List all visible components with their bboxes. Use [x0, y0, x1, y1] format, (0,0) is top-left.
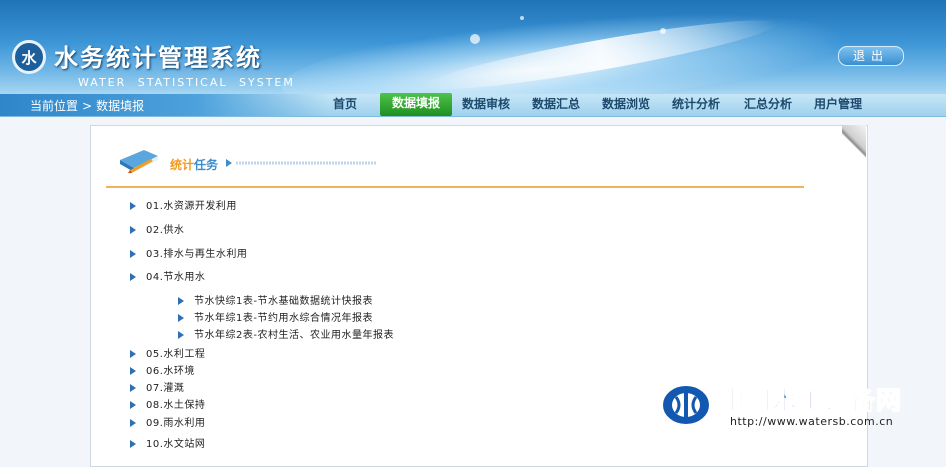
book-pencil-icon [120, 150, 158, 174]
task-item[interactable]: 09.雨水利用 [130, 414, 205, 429]
logo-emblem-icon: 水 [12, 40, 46, 74]
subtask-item[interactable]: 节水年综1表-节约用水综合情况年报表 [178, 309, 373, 324]
task-label: 08.水土保持 [146, 400, 206, 411]
subtask-label: 节水年综1表-节约用水综合情况年报表 [194, 313, 373, 324]
task-item[interactable]: 05.水利工程 [130, 345, 205, 360]
task-label: 01.水资源开发利用 [146, 201, 237, 212]
task-item[interactable]: 08.水土保持 [130, 396, 205, 411]
task-item[interactable]: 03.排水与再生水利用 [130, 245, 247, 260]
watermark-title: 中国水工设备网 [719, 386, 903, 416]
task-item[interactable]: 02.供水 [130, 221, 184, 236]
watermark-logo-icon [661, 384, 711, 426]
nav-item-data-entry[interactable]: 数据填报 [380, 93, 452, 116]
arrow-right-icon [130, 419, 136, 427]
app-subtitle: WATER STATISTICAL SYSTEM [78, 76, 295, 89]
arrow-right-icon [130, 384, 136, 392]
water-drop [470, 34, 480, 44]
task-item[interactable]: 06.水环境 [130, 362, 195, 377]
page-curl-icon [842, 125, 866, 165]
subtask-label: 节水快综1表-节水基础数据统计快报表 [194, 296, 373, 307]
nav-item-data-review[interactable]: 数据审核 [460, 94, 512, 116]
task-item[interactable]: 07.灌溉 [130, 379, 184, 394]
task-label: 10.水文站网 [146, 439, 206, 450]
arrow-right-icon [130, 440, 136, 448]
nav-item-home[interactable]: 首页 [330, 94, 360, 116]
breadcrumb-separator: > [82, 99, 93, 113]
task-label: 07.灌溉 [146, 383, 185, 394]
nav-item-user-management[interactable]: 用户管理 [812, 94, 864, 116]
nav-item-statistics[interactable]: 统计分析 [670, 94, 722, 116]
arrow-right-icon [130, 202, 136, 210]
task-item[interactable]: 01.水资源开发利用 [130, 197, 237, 212]
arrow-right-icon [130, 401, 136, 409]
arrow-right-icon [130, 226, 136, 234]
app-title: 水务统计管理系统 [54, 44, 262, 72]
subtask-label: 节水年综2表-农村生活、农业用水量年报表 [194, 330, 394, 341]
breadcrumb-prefix: 当前位置 [30, 99, 79, 113]
subtask-item[interactable]: 节水年综2表-农村生活、农业用水量年报表 [178, 326, 394, 341]
section-divider [106, 186, 804, 188]
task-label: 06.水环境 [146, 366, 195, 377]
section-title-part1: 统计 [170, 158, 195, 172]
nav-item-data-browse[interactable]: 数据浏览 [600, 94, 652, 116]
arrow-right-icon [226, 159, 376, 167]
task-item[interactable]: 04.节水用水 [130, 268, 205, 283]
breadcrumb-current: 数据填报 [96, 99, 145, 113]
task-label: 03.排水与再生水利用 [146, 249, 248, 260]
breadcrumb: 当前位置 > 数据填报 [30, 97, 144, 114]
arrow-right-icon [130, 250, 136, 258]
water-drop [660, 28, 666, 34]
subtask-item[interactable]: 节水快综1表-节水基础数据统计快报表 [178, 292, 373, 307]
arrow-right-icon [178, 331, 184, 339]
section-title: 统计任务 [170, 156, 218, 173]
arrow-right-icon [130, 367, 136, 375]
arrow-right-icon [178, 314, 184, 322]
arrow-right-icon [130, 350, 136, 358]
arrow-right-icon [178, 297, 184, 305]
water-drop [520, 16, 524, 20]
section-title-part2: 任务 [194, 158, 219, 172]
task-item[interactable]: 10.水文站网 [130, 435, 205, 450]
logo-glyph: 水 [21, 48, 37, 67]
header-banner: 水 水务统计管理系统 WATER STATISTICAL SYSTEM 退出 [0, 0, 946, 94]
nav-item-data-summary[interactable]: 数据汇总 [530, 94, 582, 116]
nav-item-summary-analysis[interactable]: 汇总分析 [742, 94, 794, 116]
logout-button[interactable]: 退出 [838, 46, 904, 66]
task-label: 05.水利工程 [146, 349, 206, 360]
arrow-right-icon [130, 273, 136, 281]
task-label: 09.雨水利用 [146, 418, 206, 429]
task-label: 04.节水用水 [146, 272, 206, 283]
nav-bar: 当前位置 > 数据填报 首页 数据填报 数据审核 数据汇总 数据浏览 统计分析 汇总… [0, 93, 946, 117]
watermark-url: http://www.watersb.com.cn [730, 415, 894, 428]
task-label: 02.供水 [146, 225, 185, 236]
